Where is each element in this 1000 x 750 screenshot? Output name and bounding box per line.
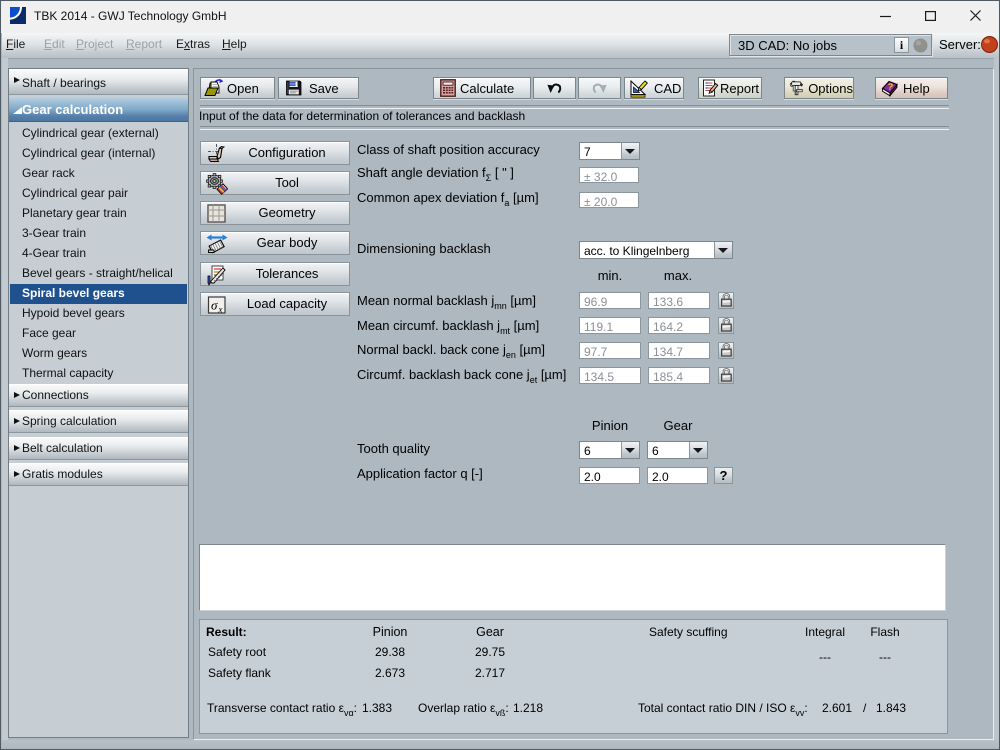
svg-text:x: x (218, 305, 223, 315)
svg-text:σ: σ (211, 298, 218, 313)
